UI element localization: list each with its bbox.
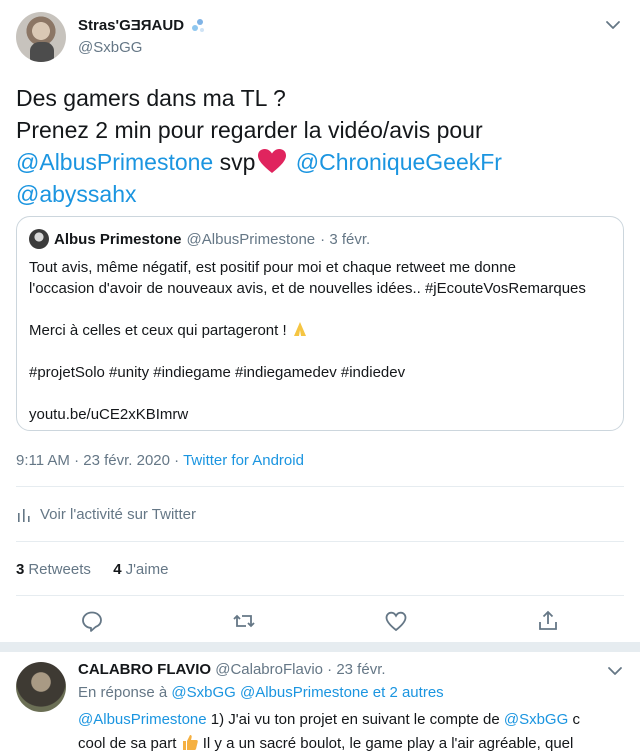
thumbs-up-emoji-icon [182, 735, 198, 750]
quoted-author-avatar [29, 229, 49, 249]
quoted-text-line: l'occasion d'avoir de nouveaux avis, et … [29, 280, 586, 297]
quoted-tweet-body: Tout avis, même négatif, est positif pou… [29, 257, 619, 425]
mention-link[interactable]: @AlbusPrimestone [16, 149, 213, 175]
thread-divider [0, 642, 640, 652]
reply-author-handle[interactable]: @CalabroFlavio [215, 661, 323, 678]
quoted-text-line: Merci à celles et ceux qui partageront ! [29, 320, 619, 341]
view-activity-label: Voir l'activité sur Twitter [40, 506, 196, 523]
replying-to-others[interactable]: et 2 autres [373, 684, 444, 701]
author-display-name[interactable]: Stras'GƎЯAUD [78, 17, 184, 34]
tweet-source[interactable]: Twitter for Android [183, 452, 304, 469]
praying-hands-emoji-icon [293, 322, 306, 336]
chevron-down-icon[interactable] [606, 662, 624, 680]
mention-link[interactable]: @SxbGG [504, 711, 568, 728]
share-icon[interactable] [536, 609, 560, 633]
author-handle[interactable]: @SxbGG [78, 39, 142, 56]
quoted-author-handle: @AlbusPrimestone [186, 230, 316, 248]
reply-text-line: cool de sa part Il y a un sacré boulot, … [78, 735, 574, 752]
author-avatar[interactable] [16, 12, 66, 62]
bars-icon [18, 508, 30, 522]
view-activity-link[interactable]: Voir l'activité sur Twitter [16, 506, 196, 523]
reply-author-name[interactable]: CALABRO FLAVIO [78, 661, 211, 678]
quoted-text-line: Tout avis, même négatif, est positif pou… [29, 259, 516, 276]
svp-text: svp [219, 149, 256, 175]
heart-emoji-icon [258, 149, 287, 173]
author-name-row: Stras'GƎЯAUD [78, 17, 206, 34]
reply-author-avatar[interactable] [16, 662, 66, 712]
replying-to-users[interactable]: @SxbGG @AlbusPrimestone [171, 684, 368, 701]
main-tweet: Stras'GƎЯAUD @SxbGG Des gamers dans ma T… [0, 0, 640, 642]
tweet-actions [16, 606, 624, 636]
replying-to-line: En réponse à @SxbGG @AlbusPrimestone et … [78, 684, 444, 701]
mention-link[interactable]: @ChroniqueGeekFr [296, 149, 502, 175]
retweets-count-link[interactable]: 3 Retweets [16, 561, 91, 578]
chevron-down-icon[interactable] [604, 16, 622, 34]
divider [16, 595, 624, 596]
quoted-link: youtu.be/uCE2xKBImrw [29, 406, 189, 423]
mention-link[interactable]: @abyssahx [16, 181, 137, 207]
quoted-author-name: Albus Primestone [54, 230, 182, 248]
tweet-header: Stras'GƎЯAUD @SxbGG [16, 12, 624, 64]
mention-link[interactable]: @AlbusPrimestone [78, 711, 207, 728]
reply-tweet[interactable]: CALABRO FLAVIO @CalabroFlavio · 23 févr.… [0, 652, 640, 752]
retweet-icon[interactable] [232, 609, 256, 633]
engagement-counts: 3 Retweets 4 J'aime [16, 561, 168, 578]
tweet-text: Des gamers dans ma TL ? Prenez 2 min pou… [16, 82, 616, 210]
divider [16, 541, 624, 542]
divider [16, 486, 624, 487]
like-icon[interactable] [384, 609, 408, 633]
reply-body: @AlbusPrimestone 1) J'ai vu ton projet e… [78, 708, 638, 752]
reply-header: CALABRO FLAVIO @CalabroFlavio · 23 févr. [78, 661, 386, 678]
tweet-text-line-4: @abyssahx [16, 178, 616, 210]
tweet-text-line-1: Des gamers dans ma TL ? [16, 85, 286, 111]
quoted-tweet-date: · 3 févr. [320, 230, 371, 248]
quoted-tweet-header: Albus Primestone @AlbusPrimestone · 3 fé… [29, 229, 370, 249]
likes-count-link[interactable]: 4 J'aime [113, 561, 168, 578]
reply-text-line: @AlbusPrimestone 1) J'ai vu ton projet e… [78, 711, 580, 728]
reply-icon[interactable] [80, 609, 104, 633]
quoted-hashtags: #projetSolo #unity #indiegame #indiegame… [29, 364, 406, 381]
tweet-text-line-3: @AlbusPrimestone svp @ChroniqueGeekFr [16, 146, 616, 178]
tweet-text-line-2: Prenez 2 min pour regarder la vidéo/avis… [16, 117, 483, 143]
tweet-timestamp-line: 9:11 AM · 23 févr. 2020 · Twitter for An… [16, 452, 304, 469]
quoted-tweet[interactable]: Albus Primestone @AlbusPrimestone · 3 fé… [16, 216, 624, 431]
tweet-timestamp[interactable]: 9:11 AM · 23 févr. 2020 · [16, 452, 179, 469]
sparkle-badge-icon [192, 18, 205, 32]
reply-date[interactable]: · 23 févr. [327, 661, 385, 678]
